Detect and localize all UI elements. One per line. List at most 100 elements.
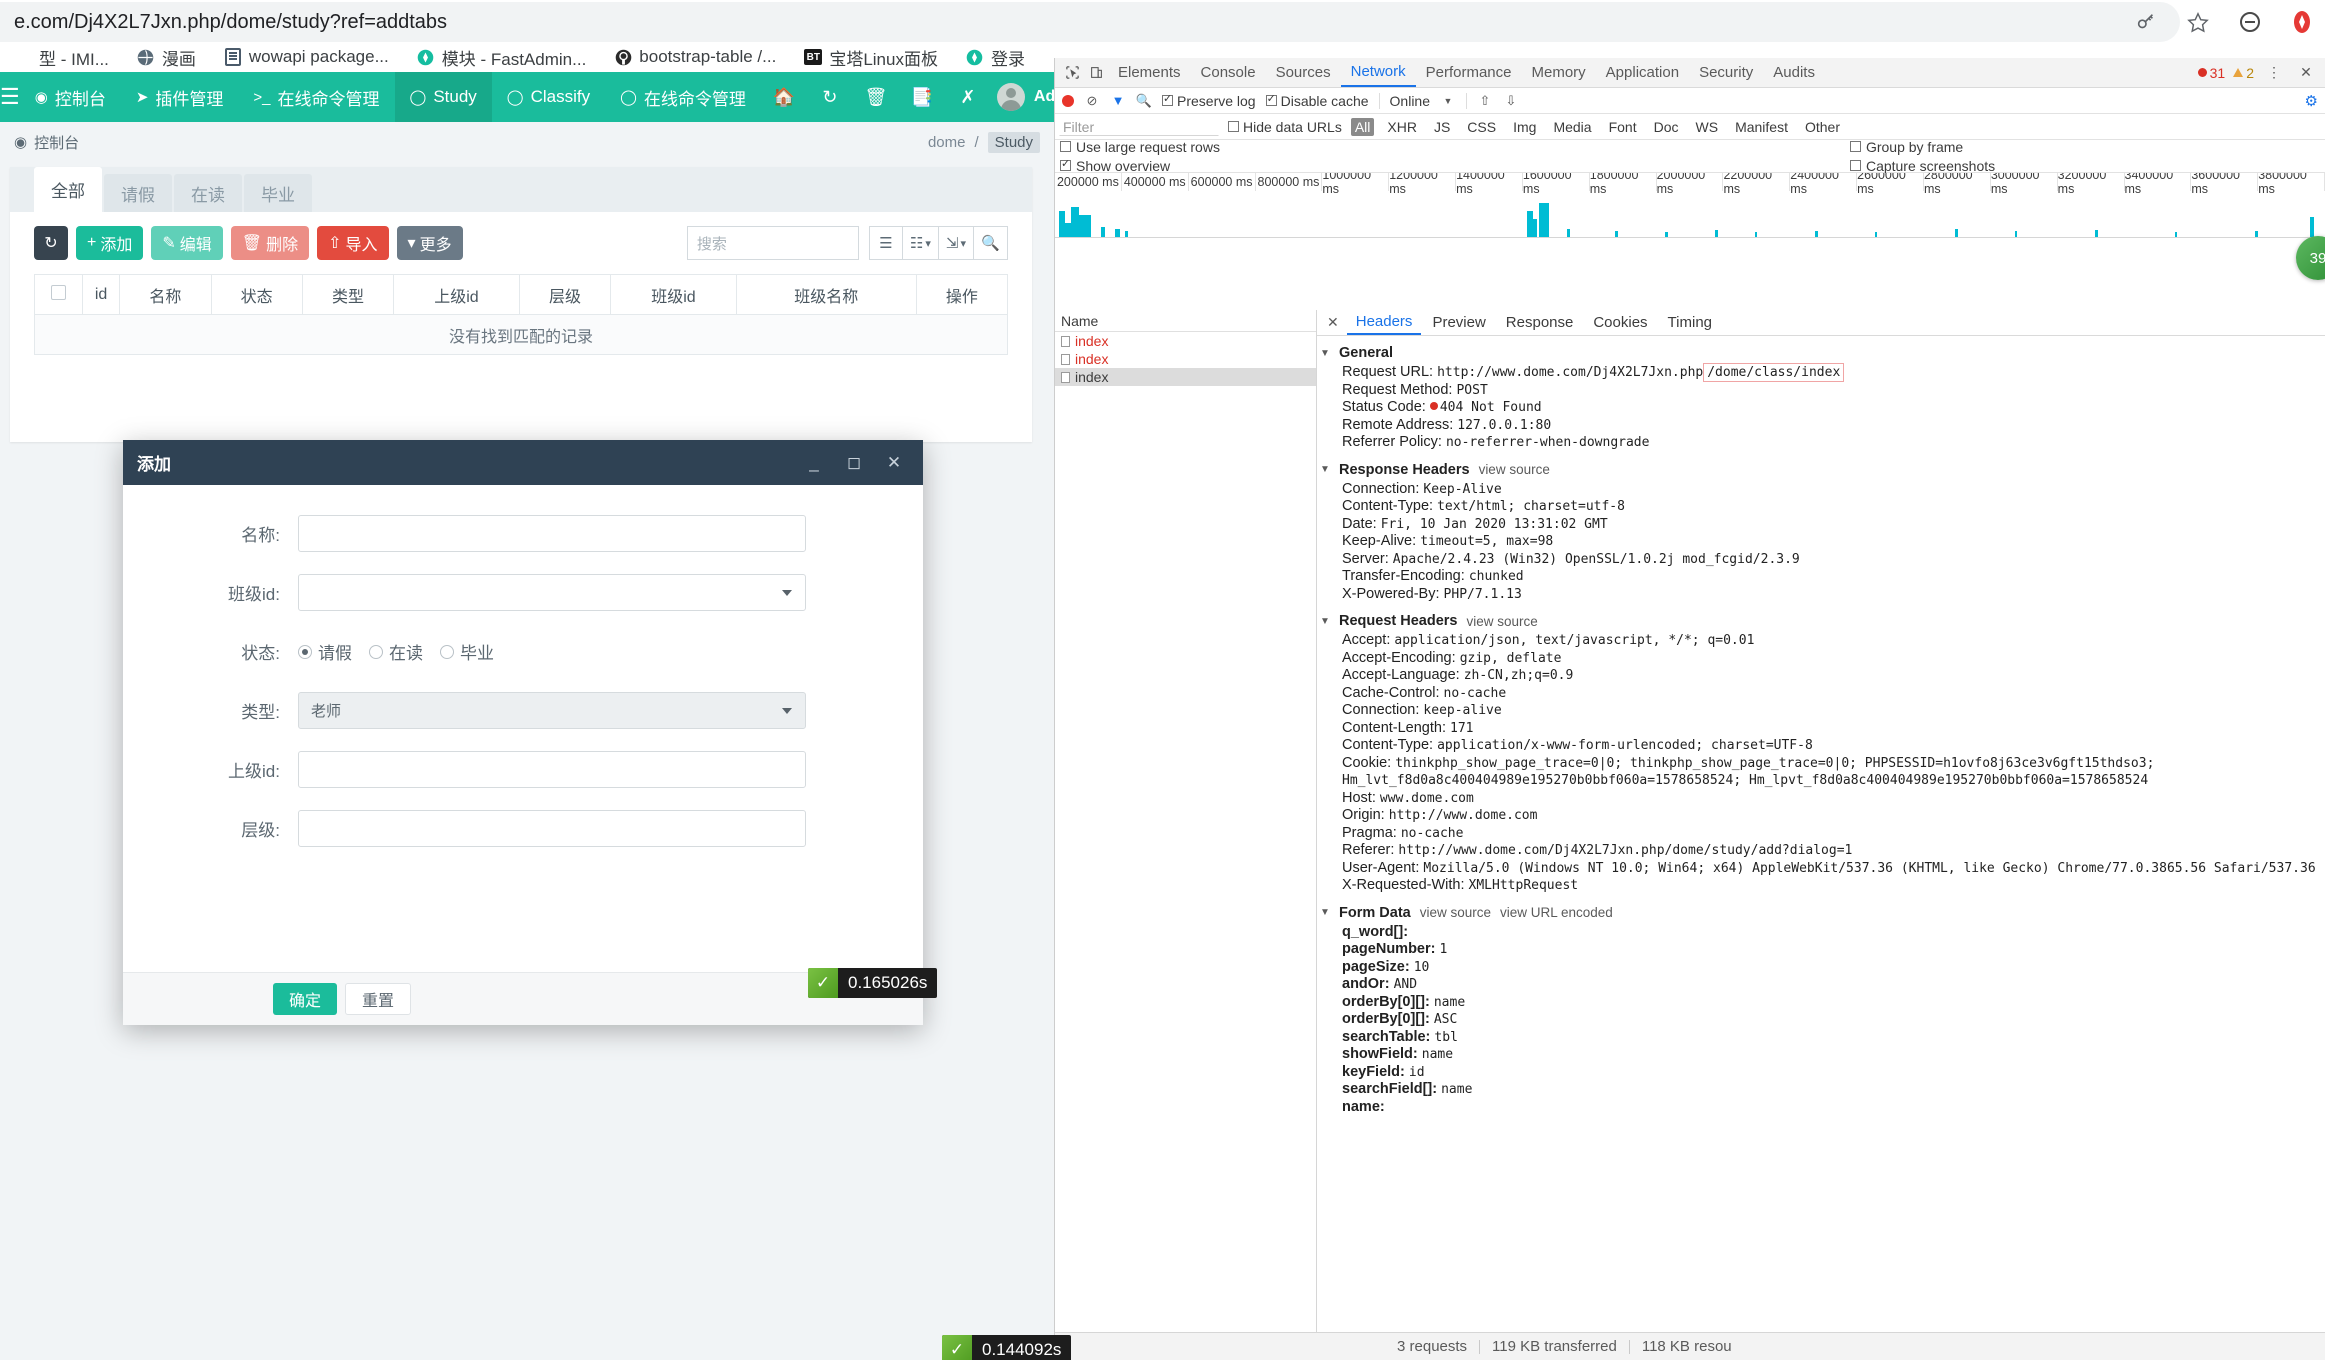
tab-elements[interactable]: Elements (1108, 58, 1191, 87)
network-overview-timeline[interactable]: 200000 ms 400000 ms 600000 ms 800000 ms 1000… (1055, 173, 2325, 238)
preserve-log-toggle[interactable]: Preserve log (1162, 92, 1256, 109)
nav-item-command-2[interactable]: ◯ 在线命令管理 (605, 72, 761, 122)
filter-type-css[interactable]: CSS (1463, 118, 1500, 136)
disable-cache-toggle[interactable]: Disable cache (1265, 92, 1369, 109)
column-header[interactable]: 名称 (119, 274, 212, 315)
nav-item-dashboard[interactable]: ◉ 控制台 (20, 72, 121, 122)
tab-memory[interactable]: Memory (1522, 58, 1596, 87)
column-header[interactable]: 层级 (518, 274, 612, 315)
chevron-down-icon[interactable]: ▼ (1440, 93, 1456, 109)
detail-tab-headers[interactable]: Headers (1346, 310, 1422, 335)
status-radio-studying[interactable]: 在读 (369, 639, 423, 664)
dialog-perf-badge[interactable]: ✓ 0.165026s (808, 968, 938, 998)
tab-all[interactable]: 全部 (34, 167, 102, 212)
hide-data-urls-checkbox[interactable] (1228, 121, 1239, 132)
hamburger-icon[interactable]: ☰ (0, 72, 20, 122)
column-header[interactable]: 操作 (915, 274, 1009, 315)
bookmark-item[interactable]: wowapi package... (210, 44, 403, 70)
profile-icon[interactable] (2237, 9, 2263, 35)
import-button[interactable]: ⇧ 导入 (317, 226, 389, 260)
tab-audits[interactable]: Audits (1763, 58, 1825, 87)
view-source-link[interactable]: view source (1479, 462, 1550, 477)
capture-screenshots-checkbox[interactable] (1849, 160, 1861, 171)
request-row[interactable]: index (1055, 332, 1316, 350)
hide-data-urls-toggle[interactable]: Hide data URLs (1228, 119, 1342, 135)
breadcrumb-root[interactable]: dome (928, 134, 966, 151)
warning-count[interactable]: 2 (2233, 65, 2254, 81)
bookmark-item[interactable]: bootstrap-table /... (600, 44, 790, 70)
search-icon[interactable]: 🔍 (974, 226, 1008, 260)
more-options-icon[interactable]: ⋮ (2262, 61, 2286, 85)
tab-security[interactable]: Security (1689, 58, 1763, 87)
detail-tab-response[interactable]: Response (1497, 310, 1583, 335)
inspect-element-icon[interactable] (1060, 61, 1084, 85)
refresh-icon[interactable]: ↻ (807, 72, 853, 122)
nav-item-command[interactable]: >_ 在线命令管理 (238, 72, 394, 122)
group-by-frame-toggle[interactable]: Group by frame (1849, 139, 1995, 155)
password-key-icon[interactable] (2133, 9, 2159, 35)
status-radio-graduated[interactable]: 毕业 (440, 639, 494, 664)
tab-leave[interactable]: 请假 (104, 174, 172, 212)
filter-input[interactable]: Filter (1059, 117, 1219, 136)
columns-icon[interactable]: ☰ (868, 226, 903, 260)
search-icon[interactable]: 🔍 (1136, 93, 1152, 109)
tab-network[interactable]: Network (1340, 58, 1416, 87)
note-icon[interactable]: 📑 (899, 72, 945, 122)
large-rows-checkbox[interactable] (1060, 141, 1071, 152)
filter-type-ws[interactable]: WS (1692, 118, 1723, 136)
type-select[interactable]: 老师 (298, 692, 806, 729)
view-source-link[interactable]: view source (1420, 905, 1491, 920)
filter-type-manifest[interactable]: Manifest (1731, 118, 1792, 136)
bookmark-item[interactable]: 漫画 (123, 44, 210, 70)
home-icon[interactable]: 🏠 (761, 72, 807, 122)
preserve-log-checkbox[interactable] (1162, 92, 1173, 106)
fullscreen-icon[interactable]: ✗ (945, 72, 991, 122)
level-input[interactable] (298, 810, 806, 847)
nav-item-study[interactable]: ◯ Study (394, 72, 492, 122)
filter-type-other[interactable]: Other (1801, 118, 1844, 136)
search-input[interactable]: 搜索 (686, 226, 859, 260)
maximize-icon[interactable]: ◻ (845, 453, 863, 473)
view-url-encoded-link[interactable]: view URL encoded (1500, 905, 1613, 920)
response-headers-section-header[interactable]: ▼ Response Headers view source (1320, 462, 2325, 478)
large-rows-toggle[interactable]: Use large request rows (1060, 139, 1220, 155)
column-header[interactable]: 班级名称 (735, 274, 917, 315)
filter-type-img[interactable]: Img (1509, 118, 1540, 136)
bookmark-star-icon[interactable] (2185, 9, 2211, 35)
close-icon[interactable]: ✕ (885, 453, 903, 473)
class-id-select[interactable] (298, 574, 806, 611)
grid-toggle-icon[interactable]: ☷ ▾ (902, 226, 939, 260)
column-header[interactable]: 状态 (210, 274, 303, 315)
edit-button[interactable]: ✎ 编辑 (151, 226, 223, 260)
show-overview-checkbox[interactable] (1060, 157, 1071, 171)
trash-icon[interactable]: 🗑 (853, 72, 899, 122)
add-button[interactable]: + 添加 (76, 226, 144, 260)
filter-type-doc[interactable]: Doc (1650, 118, 1683, 136)
column-header[interactable]: id (81, 274, 121, 315)
column-header[interactable]: 班级id (610, 274, 737, 315)
dialog-title-bar[interactable]: 添加 _ ◻ ✕ (123, 440, 923, 485)
extension-icon[interactable] (2289, 9, 2315, 35)
address-bar[interactable]: e.com/Dj4X2L7Jxn.php/dome/study?ref=addt… (0, 2, 2180, 42)
throttle-select[interactable]: Online (1390, 93, 1430, 109)
bookmark-item[interactable]: 登录 (952, 44, 1039, 70)
tab-performance[interactable]: Performance (1416, 58, 1522, 87)
tab-application[interactable]: Application (1596, 58, 1689, 87)
request-row[interactable]: index (1055, 368, 1316, 386)
bookmark-item[interactable]: 模块 - FastAdmin... (403, 44, 601, 70)
filter-type-xhr[interactable]: XHR (1383, 118, 1421, 136)
general-section-header[interactable]: ▼ General (1320, 345, 2325, 361)
detail-tab-timing[interactable]: Timing (1659, 310, 1721, 335)
close-detail-icon[interactable]: ✕ (1321, 314, 1345, 331)
filter-funnel-icon[interactable]: ▼ (1110, 93, 1126, 109)
parent-id-input[interactable] (298, 751, 806, 788)
export-har-icon[interactable]: ⇩ (1503, 93, 1519, 109)
device-toolbar-icon[interactable] (1084, 61, 1108, 85)
filter-type-media[interactable]: Media (1549, 118, 1595, 136)
clear-icon[interactable]: ⊘ (1084, 93, 1100, 109)
nav-item-plugin[interactable]: ➤ 插件管理 (121, 72, 239, 122)
detail-tab-cookies[interactable]: Cookies (1584, 310, 1656, 335)
network-settings-icon[interactable]: ⚙ (2305, 92, 2318, 110)
delete-button[interactable]: 🗑 删除 (230, 226, 310, 260)
show-overview-toggle[interactable]: Show overview (1060, 157, 1220, 174)
